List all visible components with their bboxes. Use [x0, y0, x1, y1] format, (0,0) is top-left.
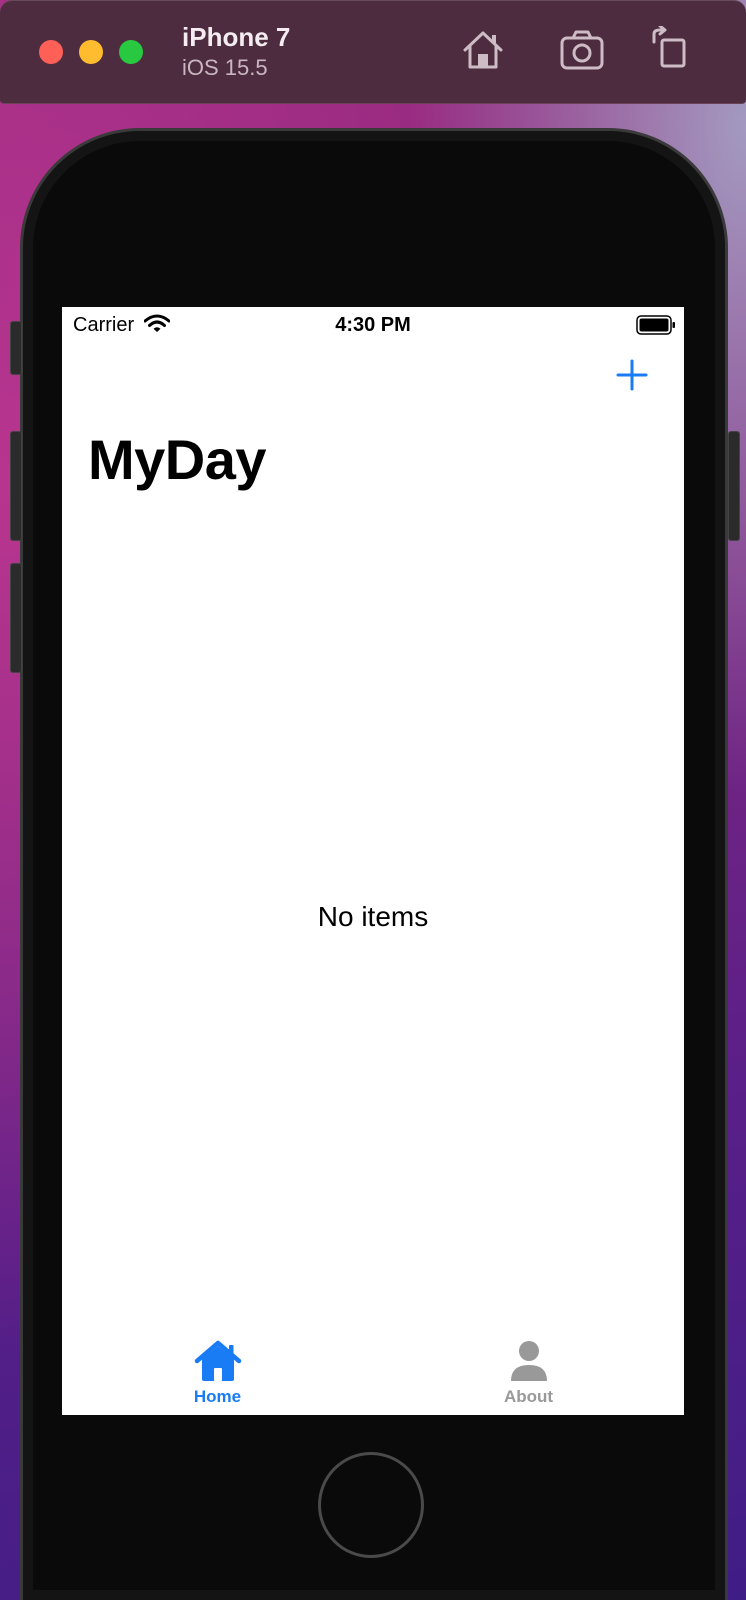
tab-bar: Home About [62, 1335, 684, 1415]
tab-home-label: Home [193, 1387, 242, 1406]
empty-state-message: No items [317, 901, 429, 932]
battery-fill [639, 318, 669, 332]
volume-up-button[interactable] [10, 431, 22, 541]
plus-icon [616, 359, 648, 391]
simulator-title-bar: iPhone 7 iOS 15.5 [0, 0, 746, 104]
home-icon[interactable] [459, 26, 507, 74]
tab-about[interactable]: About [373, 1335, 684, 1415]
close-window-button[interactable] [39, 40, 63, 64]
mute-switch[interactable] [10, 321, 22, 375]
status-bar: Carrier 4:30 PM [62, 307, 684, 343]
home-button[interactable] [318, 1452, 424, 1558]
minimize-window-button[interactable] [79, 40, 103, 64]
tab-home[interactable]: Home [62, 1335, 373, 1415]
rotate-icon[interactable] [648, 26, 696, 74]
power-button[interactable] [728, 431, 740, 541]
phone-screen: Carrier 4:30 PM MyDay No items Home Abou… [62, 307, 684, 1415]
house-fill-icon [194, 1340, 242, 1381]
person-fill-icon [511, 1341, 547, 1381]
volume-down-button[interactable] [10, 563, 22, 673]
screenshot-icon[interactable] [558, 26, 606, 74]
status-time: 4:30 PM [335, 314, 411, 336]
device-os-version: iOS 15.5 [182, 55, 268, 80]
tab-about-label: About [503, 1387, 554, 1406]
device-name: iPhone 7 [182, 22, 291, 52]
battery-icon [636, 315, 675, 335]
add-item-button[interactable] [610, 353, 654, 397]
page-title: MyDay [88, 428, 267, 491]
zoom-window-button[interactable] [119, 40, 143, 64]
